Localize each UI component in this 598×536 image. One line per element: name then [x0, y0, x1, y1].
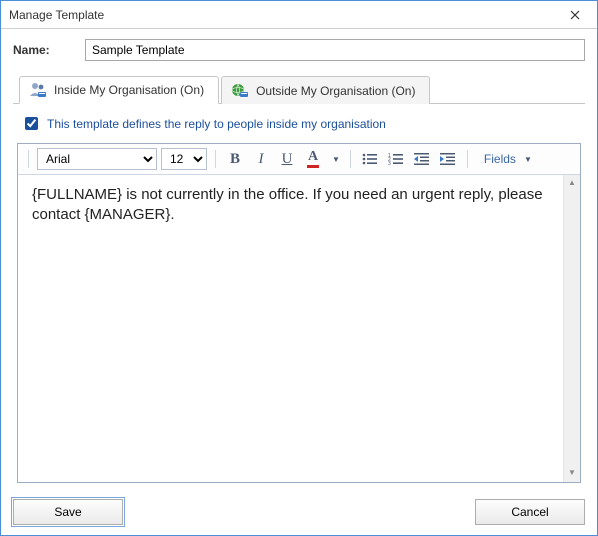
close-icon: [570, 10, 580, 20]
close-button[interactable]: [559, 4, 591, 26]
fields-dropdown[interactable]: Fields ▼: [476, 148, 542, 170]
globe-icon: [230, 82, 250, 100]
name-label: Name:: [13, 43, 75, 57]
bulleted-list-button[interactable]: [359, 148, 381, 170]
editor-body[interactable]: {FULLNAME} is not currently in the offic…: [18, 175, 580, 482]
editor-toolbar: Arial 12 B I U A ▼: [18, 144, 580, 175]
indent-button[interactable]: [437, 148, 459, 170]
scroll-up-icon: ▲: [564, 175, 580, 192]
tabs: Inside My Organisation (On) Outside My O…: [13, 75, 585, 104]
font-family-select[interactable]: Arial: [37, 148, 157, 170]
editor-text: {FULLNAME} is not currently in the offic…: [32, 185, 566, 226]
outdent-icon: [414, 152, 430, 166]
manage-template-dialog: Manage Template Name:: [0, 0, 598, 536]
bold-button[interactable]: B: [224, 148, 246, 170]
people-icon: [28, 81, 48, 99]
scroll-down-icon: ▼: [564, 465, 580, 482]
underline-button[interactable]: U: [276, 148, 298, 170]
defines-reply-checkbox[interactable]: [25, 117, 38, 130]
tab-label: Outside My Organisation (On): [256, 84, 415, 98]
bulleted-list-icon: [362, 152, 378, 166]
numbered-list-button[interactable]: 1 2 3: [385, 148, 407, 170]
indent-icon: [440, 152, 456, 166]
font-size-select[interactable]: 12: [161, 148, 207, 170]
titlebar: Manage Template: [1, 1, 597, 29]
rich-text-editor: Arial 12 B I U A ▼: [17, 143, 581, 483]
italic-button[interactable]: I: [250, 148, 272, 170]
defines-reply-label: This template defines the reply to peopl…: [47, 117, 386, 131]
font-color-button[interactable]: A: [302, 148, 324, 170]
tab-label: Inside My Organisation (On): [54, 83, 204, 97]
font-color-dropdown[interactable]: ▼: [330, 155, 342, 164]
chevron-down-icon: ▼: [522, 155, 534, 164]
outdent-button[interactable]: [411, 148, 433, 170]
numbered-list-icon: 1 2 3: [388, 152, 404, 166]
save-button[interactable]: Save: [13, 499, 123, 525]
tab-outside-org[interactable]: Outside My Organisation (On): [221, 76, 430, 104]
vertical-scrollbar[interactable]: ▲ ▼: [563, 175, 580, 482]
cancel-button[interactable]: Cancel: [475, 499, 585, 525]
tab-inside-org[interactable]: Inside My Organisation (On): [19, 76, 219, 104]
name-input[interactable]: [85, 39, 585, 61]
window-title: Manage Template: [9, 8, 104, 22]
svg-text:3: 3: [388, 161, 391, 166]
